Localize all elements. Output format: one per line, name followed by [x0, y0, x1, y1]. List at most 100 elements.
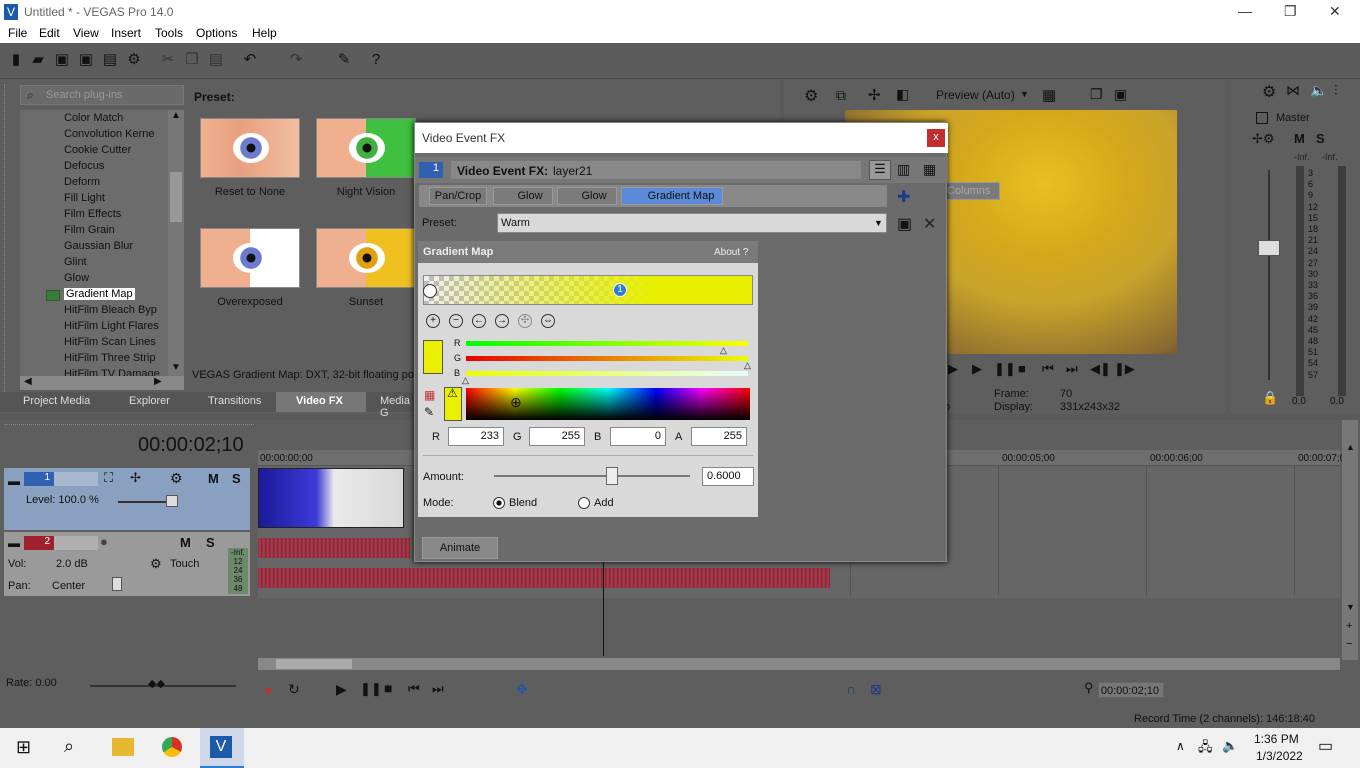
- amount-slider-track[interactable]: [494, 475, 690, 477]
- tab-video-fx[interactable]: Video FX: [296, 395, 343, 407]
- loop-icon[interactable]: ↻: [288, 681, 300, 698]
- add-stop-icon[interactable]: +: [426, 314, 440, 328]
- close-window-button[interactable]: ✕: [1329, 3, 1341, 20]
- fx-chain-glow-2[interactable]: Glow: [557, 187, 617, 205]
- plugin-defocus[interactable]: Defocus: [64, 160, 168, 176]
- plugin-hitfilm-light-flares[interactable]: HitFilm Light Flares: [64, 320, 168, 336]
- columns-view-icon[interactable]: ▥: [897, 161, 910, 178]
- compositing-icon[interactable]: ✢: [130, 470, 141, 486]
- plugin-hitfilm-tv-damage[interactable]: HitFilm TV Damage: [64, 368, 168, 376]
- blend-label[interactable]: Blend: [509, 497, 537, 509]
- transport-play-icon[interactable]: ▶: [336, 681, 347, 698]
- scroll-up-icon[interactable]: ▲: [171, 110, 181, 121]
- lock-icon[interactable]: 🔒: [1262, 390, 1278, 406]
- scroll-down-icon[interactable]: ▼: [1346, 602, 1355, 612]
- hue-spectrum-picker[interactable]: [466, 388, 750, 420]
- video-clip[interactable]: [258, 468, 404, 528]
- snapping-icon[interactable]: ∩: [846, 681, 856, 697]
- search-taskbar-icon[interactable]: ⌕: [64, 736, 74, 757]
- fx-preset-dropdown[interactable]: Warm ▼: [497, 213, 887, 233]
- plugin-glow[interactable]: Glow: [64, 272, 168, 288]
- master-settings-gear-icon[interactable]: ⚙: [1262, 82, 1276, 102]
- track1-mute-button[interactable]: M: [208, 471, 219, 486]
- prev-frame-icon[interactable]: ⏮: [1042, 361, 1054, 377]
- step-back-icon[interactable]: ◀❚: [1090, 361, 1111, 377]
- paste-icon[interactable]: ▤: [208, 52, 224, 68]
- add-label[interactable]: Add: [594, 497, 614, 509]
- plugin-gaussian-blur[interactable]: Gaussian Blur: [64, 240, 168, 256]
- arm-record-icon[interactable]: ●: [100, 534, 108, 549]
- save-as-icon[interactable]: ▣: [78, 52, 94, 68]
- amount-slider-handle[interactable]: [606, 467, 618, 485]
- g-channel-slider[interactable]: [466, 356, 748, 361]
- preset-thumb-reset[interactable]: [200, 118, 300, 178]
- new-file-icon[interactable]: ▮: [8, 52, 24, 68]
- marker-icon[interactable]: ⚲: [1084, 680, 1094, 696]
- clock-time[interactable]: 1:36 PM: [1254, 732, 1299, 746]
- preview-mode-icon[interactable]: ◧: [896, 86, 909, 103]
- grid-icon[interactable]: ▦: [1042, 86, 1056, 104]
- plugin-deform[interactable]: Deform: [64, 176, 168, 192]
- audio-track-header[interactable]: ▬ 2 ● M S Vol: 2.0 dB ⚙ Touch Pan: Cente…: [4, 532, 250, 596]
- mixer-icon[interactable]: ⫶: [1334, 82, 1338, 99]
- b-channel-slider[interactable]: [466, 371, 748, 376]
- transport-pause-icon[interactable]: ❚❚: [360, 681, 382, 697]
- track-fx-gear-icon[interactable]: ⚙: [170, 470, 183, 487]
- plugin-hitfilm-bleach-bypass[interactable]: HitFilm Bleach Byp: [64, 304, 168, 320]
- plugin-glint[interactable]: Glint: [64, 256, 168, 272]
- plugin-list-scrollbar[interactable]: ▲ ▼: [168, 110, 184, 376]
- blend-radio[interactable]: [493, 497, 505, 509]
- tray-chevron-icon[interactable]: ∧: [1176, 739, 1185, 753]
- plugin-color-match[interactable]: Color Match: [64, 112, 168, 128]
- b-value-field[interactable]: 0: [610, 427, 666, 446]
- audio-clip-lower[interactable]: [258, 568, 830, 588]
- network-icon[interactable]: 🖧: [1198, 738, 1213, 760]
- b-slider-handle[interactable]: △: [462, 375, 469, 386]
- color-palette-icon[interactable]: ▦: [424, 388, 435, 402]
- cursor-time-field[interactable]: 00:00:02;10: [1098, 682, 1164, 698]
- track2-mute-button[interactable]: M: [180, 535, 191, 550]
- rate-slider-handle-icon[interactable]: ◆◆: [148, 677, 165, 690]
- track-collapse-icon[interactable]: ▬: [8, 536, 20, 550]
- tab-project-media[interactable]: Project Media: [23, 395, 90, 407]
- r-slider-handle[interactable]: △: [720, 345, 727, 356]
- master-toggle-icon[interactable]: [1256, 112, 1268, 124]
- pan-slider-handle[interactable]: [112, 577, 122, 591]
- undo-icon[interactable]: ↶: [242, 52, 258, 68]
- save-snapshot-icon[interactable]: ▣: [1114, 86, 1127, 103]
- clock-date[interactable]: 1/3/2022: [1256, 749, 1303, 763]
- stop-icon[interactable]: ■: [1018, 361, 1026, 376]
- preview-settings-gear-icon[interactable]: ⚙: [804, 86, 818, 106]
- redo-icon[interactable]: ↷: [288, 52, 304, 68]
- scroll-left-icon[interactable]: ◀: [24, 376, 32, 387]
- grid-view-icon[interactable]: ▦: [923, 161, 936, 178]
- plugin-list-hscrollbar[interactable]: ◀ ▶: [20, 376, 184, 390]
- eyedropper-color-icon[interactable]: ✎: [424, 405, 434, 419]
- r-value-field[interactable]: 233: [448, 427, 504, 446]
- gradient-stop-start[interactable]: [423, 284, 437, 298]
- copy-snapshot-icon[interactable]: ❐: [1090, 86, 1103, 103]
- menu-edit[interactable]: Edit: [39, 26, 60, 40]
- record-icon[interactable]: ●: [264, 682, 272, 697]
- level-slider-handle[interactable]: [166, 495, 178, 507]
- bus-icon[interactable]: ⋈: [1286, 82, 1300, 99]
- transport-end-icon[interactable]: ⏭: [432, 681, 444, 697]
- save-icon[interactable]: ▣: [54, 52, 70, 68]
- tab-explorer[interactable]: Explorer: [129, 395, 170, 407]
- eyedropper-icon[interactable]: ✎: [336, 52, 352, 68]
- gradient-preview-bar[interactable]: [423, 275, 753, 305]
- timeline-vscrollbar[interactable]: ▲ ▼ + −: [1342, 420, 1358, 660]
- overlays-icon[interactable]: ✢: [868, 86, 881, 104]
- plugin-fill-light[interactable]: Fill Light: [64, 192, 168, 208]
- copy-icon[interactable]: ❐: [184, 52, 200, 68]
- transport-stop-icon[interactable]: ■: [384, 680, 392, 696]
- master-mute-button[interactable]: M: [1294, 131, 1305, 146]
- preview-quality-dropdown[interactable]: Preview (Auto): [936, 88, 1015, 102]
- delete-preset-icon[interactable]: ✕: [923, 214, 936, 234]
- transport-start-icon[interactable]: ⏮: [408, 681, 420, 697]
- menu-help[interactable]: Help: [252, 26, 277, 40]
- notifications-icon[interactable]: ▭: [1318, 736, 1333, 756]
- plugin-film-grain[interactable]: Film Grain: [64, 224, 168, 240]
- automation-mode[interactable]: Touch: [170, 558, 199, 570]
- next-frame-icon[interactable]: ⏭: [1066, 361, 1078, 377]
